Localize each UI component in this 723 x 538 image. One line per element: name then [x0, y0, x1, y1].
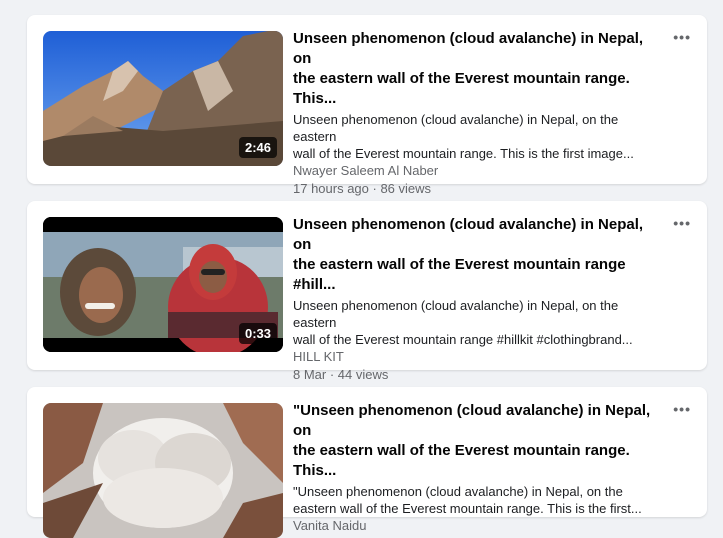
video-author[interactable]: Vanita Naidu: [293, 517, 665, 535]
video-description: "Unseen phenomenon (cloud avalanche) in …: [293, 483, 665, 517]
video-description: Unseen phenomenon (cloud avalanche) in N…: [293, 111, 665, 162]
video-description-line: wall of the Everest mountain range. This…: [293, 146, 634, 161]
video-title-line: "Unseen phenomenon (cloud avalanche) in …: [293, 402, 651, 439]
video-title-line: the eastern wall of the Everest mountain…: [293, 442, 630, 479]
video-stats: 17 hours ago · 86 views: [293, 181, 432, 196]
more-options-icon[interactable]: •••: [673, 29, 691, 45]
video-title-line: Unseen phenomenon (cloud avalanche) in N…: [293, 30, 644, 67]
video-thumbnail[interactable]: 0:33: [43, 217, 283, 352]
more-options-icon[interactable]: •••: [673, 401, 691, 417]
video-title-line: Unseen phenomenon (cloud avalanche) in N…: [293, 216, 644, 253]
video-description: Unseen phenomenon (cloud avalanche) in N…: [293, 297, 665, 348]
video-stats: 8 Mar · 44 views: [293, 367, 389, 382]
video-author[interactable]: Nwayer Saleem Al Naber: [293, 162, 665, 180]
video-description-line: wall of the Everest mountain range #hill…: [293, 332, 633, 347]
video-thumbnail[interactable]: [43, 403, 283, 538]
video-info: Unseen phenomenon (cloud avalanche) in N…: [293, 29, 665, 198]
video-result-card[interactable]: 0:33 Unseen phenomenon (cloud avalanche)…: [27, 201, 707, 382]
video-title-line: the eastern wall of the Everest mountain…: [293, 70, 630, 107]
thumbnail-image: [43, 403, 283, 538]
video-title[interactable]: "Unseen phenomenon (cloud avalanche) in …: [293, 401, 665, 481]
video-info: Unseen phenomenon (cloud avalanche) in N…: [293, 215, 665, 384]
video-thumbnail[interactable]: 2:46: [43, 31, 283, 166]
video-author[interactable]: HILL KIT: [293, 348, 665, 366]
video-title[interactable]: Unseen phenomenon (cloud avalanche) in N…: [293, 215, 665, 295]
video-title[interactable]: Unseen phenomenon (cloud avalanche) in N…: [293, 29, 665, 109]
video-result-card[interactable]: "Unseen phenomenon (cloud avalanche) in …: [27, 387, 707, 538]
video-description-line: Unseen phenomenon (cloud avalanche) in N…: [293, 112, 619, 144]
video-info: "Unseen phenomenon (cloud avalanche) in …: [293, 401, 665, 535]
video-description-line: eastern wall of the Everest mountain ran…: [293, 501, 642, 516]
video-duration-badge: 2:46: [238, 137, 277, 158]
video-description-line: Unseen phenomenon (cloud avalanche) in N…: [293, 298, 619, 330]
video-title-line: the eastern wall of the Everest mountain…: [293, 256, 626, 293]
video-duration-badge: 0:33: [238, 323, 277, 344]
more-options-icon[interactable]: •••: [673, 215, 691, 231]
video-result-card[interactable]: 2:46 Unseen phenomenon (cloud avalanche)…: [27, 15, 707, 196]
